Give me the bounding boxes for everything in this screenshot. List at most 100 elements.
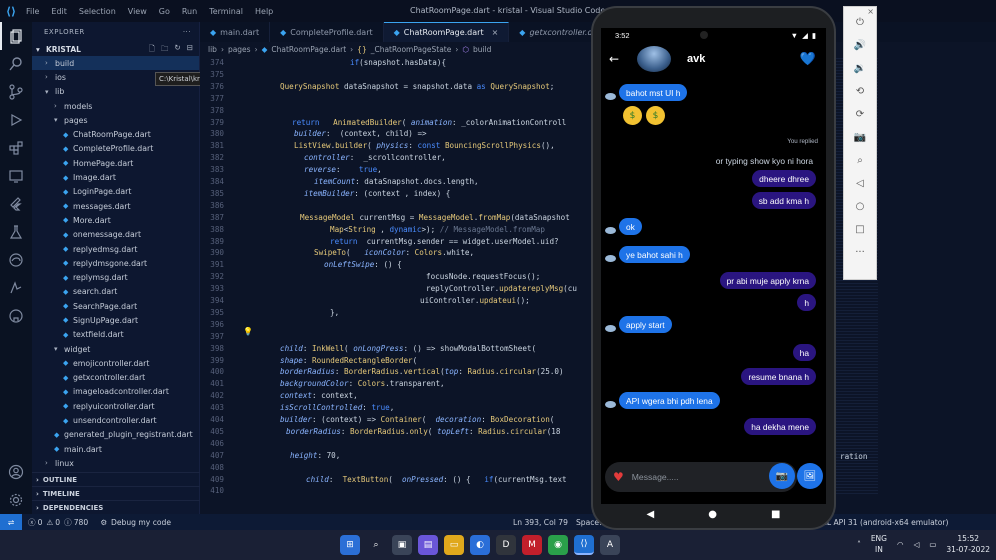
lightbulb-icon[interactable]: 💡 [243,327,253,336]
screenshot-icon[interactable]: 📷 [843,126,877,149]
section-timeline[interactable]: › TIMELINE [32,486,200,500]
info-icon[interactable]: ⓘ [64,517,72,528]
remote-explorer-icon[interactable] [0,162,32,190]
zoom-icon[interactable]: ⌕ [843,149,877,172]
tree-file[interactable]: ◆ CompleteProfile.dart [32,142,199,156]
tree-file[interactable]: ◆ SearchPage.dart [32,299,199,313]
tree-file[interactable]: ◆ textfield.dart [32,328,199,342]
menu-run[interactable]: Run [182,7,197,16]
tree-file[interactable]: ◆ generated_plugin_registrant.dart [32,428,199,442]
menu-view[interactable]: View [128,7,147,16]
tree-file[interactable]: ◆ messages.dart [32,199,199,213]
home-icon[interactable]: ○ [843,195,877,218]
breadcrumb-method[interactable]: build [473,45,491,54]
tree-folder[interactable]: ▾ widget [32,342,199,356]
rotate-right-icon[interactable]: ⟳ [843,103,877,126]
tree-file[interactable]: ◆ HomePage.dart [32,156,199,170]
explorer-icon[interactable] [0,22,32,50]
refresh-icon[interactable]: ↻ [174,43,180,56]
windows-start-icon[interactable]: ⊞ [340,535,360,555]
android-studio-icon[interactable]: A [600,535,620,555]
edge-icon[interactable] [0,246,32,274]
tree-folder[interactable]: ▾ pages [32,113,199,127]
tree-folder[interactable]: › build [32,56,199,71]
flutter-icon[interactable] [0,190,32,218]
close-icon[interactable]: × [867,7,874,16]
contact-name[interactable]: avk [687,53,705,65]
incoming-message[interactable]: bahot mst UI h [619,84,688,101]
live-share-icon[interactable] [0,274,32,302]
tree-file[interactable]: ◆ onemessage.dart [32,228,199,242]
tab-main-dart[interactable]: ◆ main.dart [200,22,271,42]
tree-folder[interactable]: › models [32,99,199,113]
github-icon[interactable] [0,302,32,330]
dell-icon[interactable]: D [496,535,516,555]
nav-home-icon[interactable]: ● [708,509,717,520]
chevron-up-icon[interactable]: ˄ [857,540,861,549]
task-view-icon[interactable]: ▣ [392,535,412,555]
battery-icon[interactable]: ▭ [929,540,936,549]
incoming-message[interactable]: ye bahot sahi h [619,246,690,263]
wifi-icon[interactable]: ◠ [897,540,904,549]
debug-icon[interactable]: ⚙ [100,518,107,527]
back-icon[interactable]: ◁ [843,172,877,195]
tab-complete-profile[interactable]: ◆ CompleteProfile.dart [270,22,384,42]
new-file-icon[interactable]: 🗋 [149,43,155,56]
edge-browser-icon[interactable]: ◐ [470,535,490,555]
tree-file[interactable]: ◆ replydmsgone.dart [32,256,199,270]
teams-icon[interactable]: ▤ [418,535,438,555]
tree-file[interactable]: ◆ More.dart [32,213,199,227]
camera-button[interactable]: 📷 [769,463,795,489]
tree-file[interactable]: ◆ ChatRoomPage.dart [32,127,199,141]
chrome-icon[interactable]: ◉ [548,535,568,555]
nav-back-icon[interactable]: ◀ [647,509,655,520]
warning-icon[interactable]: ⚠ [46,518,53,527]
outgoing-message[interactable]: h [797,294,816,311]
menu-file[interactable]: File [26,7,39,16]
run-debug-icon[interactable] [0,106,32,134]
gallery-button[interactable]: 🖼 [797,463,823,489]
tree-file[interactable]: ◆ getxcontroller.dart [32,371,199,385]
tree-folder[interactable]: › linux [32,456,199,470]
vscode-taskbar-icon[interactable]: ⟨⟩ [574,535,594,555]
message-input[interactable]: Message..... [632,472,679,482]
outgoing-message[interactable]: dheere dhree [752,170,816,187]
close-tab-icon[interactable]: × [492,28,499,37]
testing-icon[interactable] [0,218,32,246]
collapse-all-icon[interactable]: ⊟ [187,43,193,56]
taskbar-search-icon[interactable]: ⌕ [366,535,386,555]
tree-file[interactable]: ◆ replyedmsg.dart [32,242,199,256]
extensions-icon[interactable] [0,134,32,162]
more-icon[interactable]: ··· [843,241,877,264]
breadcrumb-lib[interactable]: lib [208,45,217,54]
remote-indicator-icon[interactable]: ⇌ [0,514,22,530]
tree-file[interactable]: ◆ imageloadcontroller.dart [32,385,199,399]
debug-config[interactable]: Debug my code [111,518,171,527]
outgoing-message[interactable]: resume bnana h [741,368,816,385]
breadcrumb-pages[interactable]: pages [228,45,251,54]
menu-help[interactable]: Help [255,7,273,16]
volume-icon[interactable]: ◁ [914,540,920,549]
tree-file[interactable]: ◆ replymsg.dart [32,270,199,284]
more-actions-icon[interactable]: ··· [183,28,191,36]
breadcrumb-file[interactable]: ChatRoomPage.dart [271,45,346,54]
mcafee-icon[interactable]: M [522,535,542,555]
new-folder-icon[interactable]: 🗀 [161,43,169,56]
settings-gear-icon[interactable] [0,486,32,514]
tree-file[interactable]: ◆ SignUpPage.dart [32,313,199,327]
tree-file[interactable]: ◆ Image.dart [32,170,199,184]
clock[interactable]: 15:52 31-07-2022 [946,533,990,555]
menu-terminal[interactable]: Terminal [209,7,243,16]
tree-file[interactable]: ◆ search.dart [32,285,199,299]
volume-down-icon[interactable]: 🔉 [843,57,877,80]
tree-file[interactable]: ◆ emojicontroller.dart [32,356,199,370]
section-outline[interactable]: › OUTLINE [32,472,200,486]
error-icon[interactable]: ⓧ [28,517,36,528]
source-control-icon[interactable] [0,78,32,106]
cursor-position[interactable]: Ln 393, Col 79 [513,518,568,527]
tree-folder[interactable]: ▾ lib [32,85,199,99]
incoming-message[interactable]: API wgera bhi pdh lena [619,392,720,409]
file-explorer-icon[interactable]: ▭ [444,535,464,555]
outgoing-message[interactable]: ha dekha mene [744,418,816,435]
back-arrow-icon[interactable]: ← [609,52,627,66]
